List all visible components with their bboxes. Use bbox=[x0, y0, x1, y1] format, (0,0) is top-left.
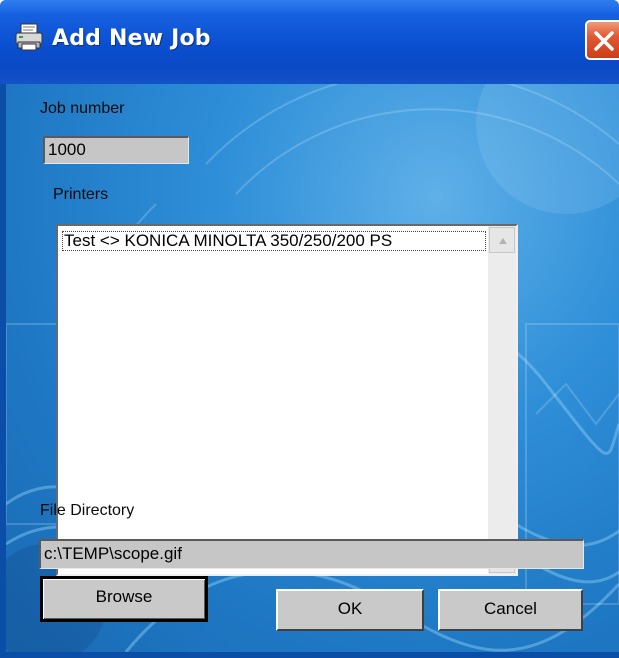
scroll-up-button[interactable] bbox=[489, 227, 515, 253]
window-bottom-border bbox=[0, 652, 619, 658]
cancel-button[interactable]: Cancel bbox=[438, 589, 583, 631]
file-directory-label: File Directory bbox=[40, 502, 135, 519]
close-icon bbox=[594, 31, 614, 51]
browse-button[interactable]: Browse bbox=[40, 576, 208, 622]
job-number-field[interactable]: 1000 bbox=[43, 136, 189, 164]
title-bar[interactable]: Add New Job bbox=[0, 0, 619, 84]
printers-listbox[interactable]: Test <> KONICA MINOLTA 350/250/200 PS bbox=[56, 224, 518, 576]
ok-button[interactable]: OK bbox=[276, 589, 424, 631]
window-title: Add New Job bbox=[52, 26, 211, 51]
scroll-up-arrow-icon bbox=[499, 238, 507, 244]
job-number-label: Job number bbox=[40, 100, 125, 117]
file-directory-field[interactable]: c:\TEMP\scope.gif bbox=[39, 539, 584, 569]
dialog-body: Job number 1000 Printers Test <> KONICA … bbox=[6, 84, 619, 652]
printer-icon bbox=[14, 22, 44, 52]
vertical-scrollbar[interactable] bbox=[488, 226, 516, 574]
add-new-job-dialog: Add New Job Job number 1000 Printers Tes… bbox=[0, 0, 619, 658]
close-button[interactable] bbox=[585, 20, 619, 60]
printers-label: Printers bbox=[53, 186, 109, 203]
printer-list-item[interactable]: Test <> KONICA MINOLTA 350/250/200 PS bbox=[62, 231, 486, 251]
